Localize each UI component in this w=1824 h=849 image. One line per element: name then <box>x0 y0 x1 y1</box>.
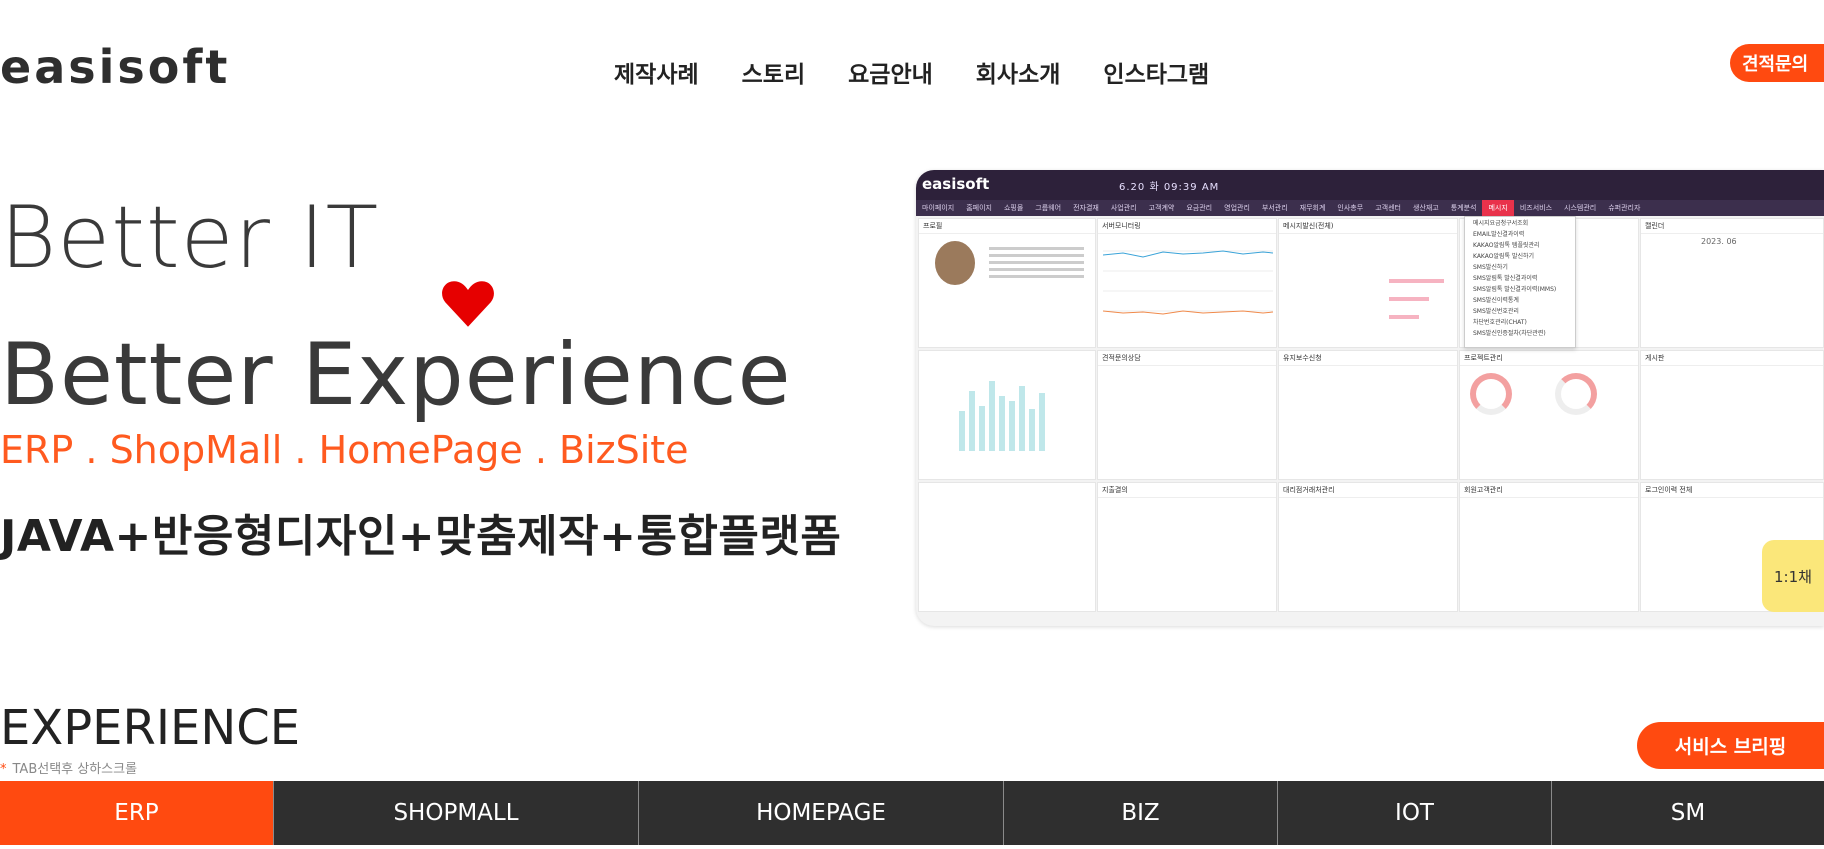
preview-menu-item: 생산재고 <box>1412 204 1439 212</box>
preview-panel-members: 회원고객관리 <box>1459 482 1639 612</box>
hero-tagline: ERP . ShopMall . HomePage . BizSite <box>0 428 689 472</box>
preview-menu-item: 그룹웨어 <box>1035 204 1062 212</box>
dropdown-item: KAKAO알림톡 발신하기 <box>1473 253 1535 260</box>
preview-panel-calendar: 캘린더 2023. 06 <box>1640 218 1824 348</box>
preview-menu-item: 재무회계 <box>1299 204 1326 212</box>
preview-menu-item: 요금관리 <box>1186 204 1213 212</box>
experience-hint: * TAB선택후 상하스크롤 <box>0 762 138 777</box>
dropdown-item: SMS발신하기 <box>1473 264 1508 271</box>
dropdown-item: SMS발신번호관리 <box>1473 308 1519 315</box>
experience-title: EXPERIENCE <box>0 700 301 756</box>
chat-button[interactable]: 1:1채 <box>1762 540 1824 612</box>
tab-shopmall[interactable]: SHOPMALL <box>274 781 639 845</box>
hero-tech-stack: JAVA+반응형디자인+맞춤제작+통합플랫폼 <box>0 511 842 562</box>
hero-line-2: Better Experience <box>0 325 792 425</box>
avatar <box>935 241 975 285</box>
tab-erp[interactable]: ERP <box>0 781 274 845</box>
preview-menu-item: 마이페이지 <box>922 204 955 212</box>
nav-item-portfolio[interactable]: 제작사례 <box>614 55 699 89</box>
erp-preview-image: easisoft 6.20 화 09:39 AM 마이페이지 홈페이지 쇼핑몰 그룹웨… <box>916 170 1824 626</box>
preview-menu-item: 통계분석 <box>1450 204 1477 212</box>
preview-panel-server-monitor: 서버모니터링 <box>1097 218 1277 348</box>
preview-menu-item: 고객계약 <box>1148 204 1175 212</box>
nav-item-story[interactable]: 스토리 <box>742 55 805 89</box>
dropdown-item: EMAIL발신결과이력 <box>1473 231 1525 238</box>
preview-menu-item: 슈퍼관리자 <box>1608 204 1641 212</box>
dropdown-item: 메시지요금청구서조회 <box>1473 220 1529 227</box>
dropdown-item: SMS알림톡 발신결과이력 <box>1473 275 1538 282</box>
chat-label: 1:1채 <box>1774 567 1812 586</box>
site-logo[interactable]: easisoft <box>0 40 230 94</box>
preview-menu-item: 시스템관리 <box>1564 204 1597 212</box>
preview-menu-item: 쇼핑몰 <box>1003 204 1024 212</box>
tab-iot[interactable]: IOT <box>1278 781 1552 845</box>
preview-panel-estimate: 견적문의상담 <box>1097 350 1277 480</box>
preview-panel-maintenance: 유지보수신청 <box>1278 350 1458 480</box>
preview-menu-item: 고객센터 <box>1375 204 1401 212</box>
preview-panel-message-send: 메시지발신(전체) <box>1278 218 1458 348</box>
preview-header: easisoft 6.20 화 09:39 AM <box>916 170 1824 200</box>
dropdown-item: SMS알림톡 발신결과이력(MMS) <box>1473 286 1557 293</box>
preview-menu-item: 사업관리 <box>1110 204 1137 212</box>
hero-line-1: Better IT <box>0 188 380 288</box>
preview-logo: easisoft <box>922 175 990 193</box>
preview-message-dropdown: 메시지요금청구서조회 EMAIL발신결과이력 KAKAO알림톡 템플릿관리 KAKAO… <box>1464 216 1576 348</box>
preview-panel-expense <box>918 482 1096 612</box>
preview-panel-bar-chart <box>918 350 1096 480</box>
preview-menu-item: 인사총무 <box>1337 204 1364 212</box>
experience-tabs: ERP SHOPMALL HOMEPAGE BIZ IOT SM <box>0 781 1824 845</box>
preview-panel-dealer: 대리점거래처관리 <box>1278 482 1458 612</box>
nav-item-about[interactable]: 회사소개 <box>976 55 1061 89</box>
asterisk-icon: * <box>0 762 7 777</box>
dropdown-item: SMS발신이력통계 <box>1473 297 1519 304</box>
preview-time: 6.20 화 09:39 AM <box>1119 182 1220 193</box>
preview-panel-project: 프로젝트관리 <box>1459 350 1639 480</box>
dropdown-item: 차단번호관리(CHAT) <box>1473 319 1527 326</box>
calendar-title: 2023. 06 <box>1701 237 1737 246</box>
preview-menu-item: 영업관리 <box>1224 204 1250 212</box>
service-briefing-button[interactable]: 서비스 브리핑 <box>1637 722 1824 769</box>
quote-request-button[interactable]: 견적문의 <box>1730 44 1824 82</box>
preview-panel-profile: 프로필 <box>918 218 1096 348</box>
preview-menu-item: 메시지 <box>1482 200 1514 216</box>
dropdown-item: SMS발신인증절차(차단관련) <box>1473 330 1546 337</box>
tab-biz[interactable]: BIZ <box>1004 781 1278 845</box>
preview-menu-item: 비즈서비스 <box>1519 204 1553 212</box>
preview-panel-board: 게시판 <box>1640 350 1824 480</box>
nav-item-instagram[interactable]: 인스타그램 <box>1103 55 1209 89</box>
main-nav: 제작사례 스토리 요금안내 회사소개 인스타그램 <box>614 55 1209 89</box>
tab-sm[interactable]: SM <box>1552 781 1824 845</box>
preview-menu-item: 전자결재 <box>1073 204 1099 212</box>
preview-menu-bar: 마이페이지 홈페이지 쇼핑몰 그룹웨어 전자결재 사업관리 고객계약 요금관리 영업관리 부서관리… <box>916 200 1824 216</box>
nav-item-pricing[interactable]: 요금안내 <box>848 55 933 89</box>
preview-menu-item: 홈페이지 <box>966 204 992 212</box>
preview-menu-item: 부서관리 <box>1261 204 1288 212</box>
tab-homepage[interactable]: HOMEPAGE <box>639 781 1004 845</box>
dropdown-item: KAKAO알림톡 템플릿관리 <box>1473 242 1540 249</box>
preview-panel-expense-2: 지출결의 <box>1097 482 1277 612</box>
